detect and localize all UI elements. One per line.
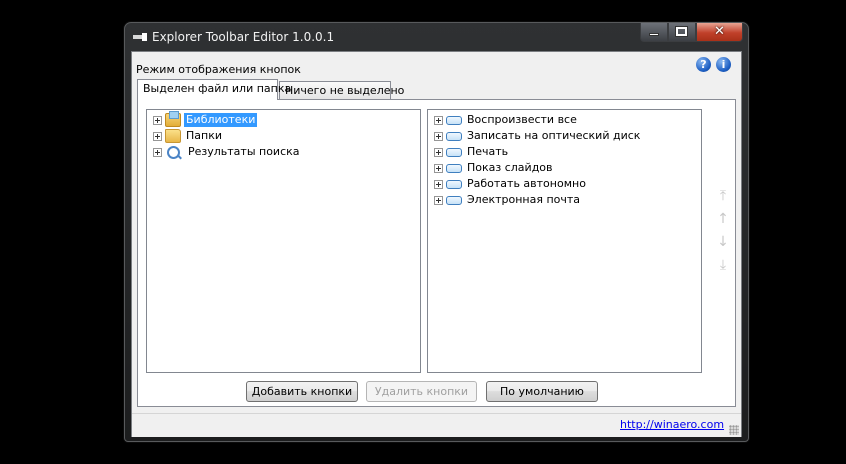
tab-panel: Библиотеки Папки Результаты поиска Воспр… xyxy=(137,99,736,407)
tree-item-play-all[interactable]: Воспроизвести все xyxy=(434,112,579,128)
tree-item-label: Результаты поиска xyxy=(188,145,300,158)
close-icon: ✕ xyxy=(714,24,725,39)
minimize-button[interactable] xyxy=(640,23,668,42)
move-down-icon[interactable]: ↓ xyxy=(716,234,730,250)
default-button[interactable]: По умолчанию xyxy=(486,381,598,402)
expand-icon[interactable] xyxy=(434,163,443,173)
website-link[interactable]: http://winaero.com xyxy=(620,418,724,431)
resize-grip-icon[interactable] xyxy=(729,425,739,435)
toolbar-button-icon xyxy=(446,147,462,157)
move-to-bottom-icon[interactable]: ⤓ xyxy=(716,257,730,273)
maximize-button[interactable] xyxy=(668,23,696,42)
expand-icon[interactable] xyxy=(434,147,443,157)
folder-icon xyxy=(165,129,181,143)
expand-icon[interactable] xyxy=(153,115,162,125)
move-up-icon[interactable]: ↑ xyxy=(716,211,730,227)
search-results-icon xyxy=(167,145,180,159)
tree-item-label: Библиотеки xyxy=(184,113,258,127)
expand-icon[interactable] xyxy=(434,131,443,141)
expand-icon[interactable] xyxy=(153,131,162,141)
expand-icon[interactable] xyxy=(434,115,443,125)
folder-type-tree[interactable]: Библиотеки Папки Результаты поиска xyxy=(146,109,421,373)
caption-buttons: ✕ xyxy=(640,23,743,42)
help-icon[interactable]: ? xyxy=(696,57,711,72)
tree-item-burn-to-disc[interactable]: Записать на оптический диск xyxy=(434,128,642,144)
close-button[interactable]: ✕ xyxy=(696,23,743,42)
toolbar-button-icon xyxy=(446,195,462,205)
app-icon xyxy=(133,33,147,41)
expand-icon[interactable] xyxy=(434,179,443,189)
window-title: Explorer Toolbar Editor 1.0.0.1 xyxy=(152,30,335,44)
status-bar: http://winaero.com xyxy=(132,413,741,437)
tree-item-search-results[interactable]: Результаты поиска xyxy=(153,144,302,160)
tree-item-email[interactable]: Электронная почта xyxy=(434,192,582,208)
tree-item-slideshow[interactable]: Показ слайдов xyxy=(434,160,555,176)
tree-item-print[interactable]: Печать xyxy=(434,144,510,160)
remove-buttons-button[interactable]: Удалить кнопки xyxy=(366,381,477,402)
client-area: Режим отображения кнопок ? i Выделен фай… xyxy=(131,51,742,437)
toolbar-button-icon xyxy=(446,179,462,189)
tree-item-label: Показ слайдов xyxy=(467,161,553,174)
tree-item-label: Работать автономно xyxy=(467,177,586,190)
toolbar-buttons-tree[interactable]: Воспроизвести все Записать на оптический… xyxy=(427,109,702,373)
add-buttons-button[interactable]: Добавить кнопки xyxy=(246,381,358,402)
tab-nothing-selected[interactable]: Ничего не выделено xyxy=(279,81,404,100)
tree-item-label: Печать xyxy=(467,145,509,158)
tree-item-label: Электронная почта xyxy=(467,193,581,206)
tree-item-work-offline[interactable]: Работать автономно xyxy=(434,176,588,192)
tree-item-label: Записать на оптический диск xyxy=(467,129,641,142)
info-icon[interactable]: i xyxy=(716,57,731,72)
app-window: Explorer Toolbar Editor 1.0.0.1 ✕ Режим … xyxy=(124,22,749,442)
expand-icon[interactable] xyxy=(153,147,162,157)
maximize-icon xyxy=(675,26,688,37)
tree-item-libraries[interactable]: Библиотеки xyxy=(153,111,258,128)
libraries-icon xyxy=(165,111,181,127)
tab-file-or-folder-selected[interactable]: Выделен файл или папка xyxy=(137,79,291,100)
tree-item-label: Папки xyxy=(186,129,222,142)
title-bar[interactable]: Explorer Toolbar Editor 1.0.0.1 ✕ xyxy=(125,23,748,51)
move-to-top-icon[interactable]: ⤒ xyxy=(716,188,730,204)
minimize-icon xyxy=(649,33,659,36)
tree-item-folders[interactable]: Папки xyxy=(153,128,224,144)
toolbar-button-icon xyxy=(446,163,462,173)
toolbar-button-icon xyxy=(446,115,462,125)
mode-label: Режим отображения кнопок xyxy=(136,63,301,76)
tree-item-label: Воспроизвести все xyxy=(467,113,577,126)
toolbar-button-icon xyxy=(446,131,462,141)
expand-icon[interactable] xyxy=(434,195,443,205)
